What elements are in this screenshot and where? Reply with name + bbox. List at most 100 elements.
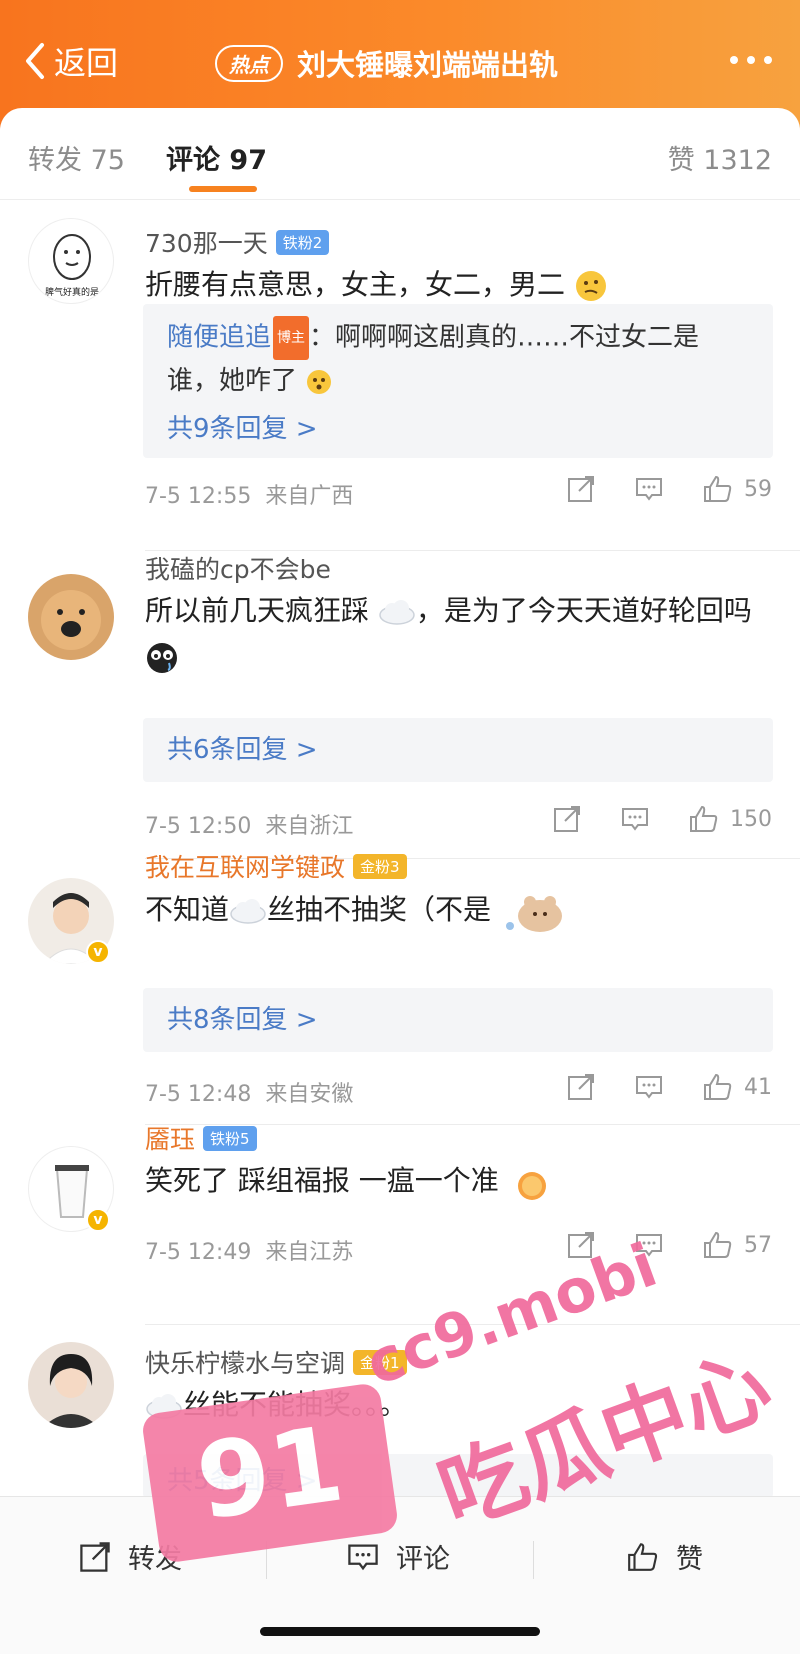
orange-slice-icon [517, 1172, 546, 1200]
comment-location: 来自广西 [265, 484, 354, 509]
username-text: 快乐柠檬水与空调 [145, 1349, 346, 1378]
comment-meta: 7-5 12:55 来自广西 [145, 478, 353, 510]
comment-label: 评论 [396, 1544, 450, 1575]
username-text: 我磕的cp不会be [145, 555, 331, 584]
comment-meta: 7-5 12:49 来自江苏 [145, 1234, 353, 1266]
tab-repost-label: 转发 [28, 145, 82, 176]
watermark-number: 91 [189, 1402, 351, 1544]
like-icon[interactable] [702, 1230, 734, 1260]
comment-text: 笑死了 踩组福报 一瘟一个准 [145, 1158, 765, 1204]
surprised-face-icon [307, 369, 332, 394]
like-count: 57 [744, 1232, 772, 1258]
tab-comment-label: 评论 [166, 145, 220, 176]
tab-comments[interactable]: 评论 97 [166, 138, 267, 177]
like-count: 59 [744, 476, 772, 502]
dog-avatar-icon [41, 590, 101, 650]
tab-comment-count: 97 [229, 145, 267, 176]
reply-preview: 随便追追 博主 ：啊啊啊这剧真的……不过女二是谁，她咋了 [143, 316, 773, 402]
svg-text:脾气好真的是: 脾气好真的是 [45, 286, 99, 298]
comment-actions: 59 [566, 474, 772, 504]
comment-time: 7-5 12:49 [145, 1240, 252, 1265]
tab-bar: 转发 75 评论 97 赞 1312 [0, 108, 800, 200]
hot-badge: 热点 [215, 44, 283, 82]
verified-badge-icon: v [86, 940, 110, 964]
author-badge: 博主 [273, 316, 310, 360]
reply-preview-box[interactable]: 随便追追 博主 ：啊啊啊这剧真的……不过女二是谁，她咋了 共9条回复 > [143, 304, 773, 458]
reply-preview-box[interactable]: 共6条回复 > [143, 718, 773, 782]
view-replies-link[interactable]: 共8条回复 > [143, 999, 773, 1036]
fan-badge: 金粉3 [353, 853, 407, 879]
comment-text-body: 折腰有点意思，女主，女二，男二 [145, 268, 566, 301]
comment-text-body: 笑死了 踩组福报 一瘟一个准 [145, 1164, 499, 1197]
reply-icon[interactable] [634, 474, 664, 504]
comment-username[interactable]: 我在互联网学键政 金粉3 [145, 848, 407, 884]
cloud-icon [379, 600, 415, 625]
crying-face-icon [147, 643, 177, 673]
fan-badge: 铁粉5 [203, 1125, 257, 1151]
comment-text-body: 不知道 [145, 893, 230, 926]
comment-actions: 150 [552, 804, 772, 834]
like-count: 41 [744, 1074, 772, 1100]
more-options-icon[interactable] [730, 56, 772, 64]
avatar[interactable] [28, 574, 114, 660]
like-icon[interactable] [702, 474, 734, 504]
like-button[interactable]: 赞 [626, 1537, 703, 1576]
chevron-left-icon [26, 43, 44, 79]
comment-item: v 靥珏 铁粉5 笑死了 踩组福报 一瘟一个准 7-5 12:49 来自江苏 5… [0, 1125, 800, 1326]
comment-meta: 7-5 12:50 来自浙江 [145, 808, 353, 840]
topic-title-area[interactable]: 热点 刘大锤曝刘端端出轨 [215, 42, 558, 84]
comment-username[interactable]: 我磕的cp不会be [145, 550, 331, 586]
tab-like-label: 赞 [667, 145, 695, 176]
thinking-face-icon [575, 271, 606, 301]
home-indicator [260, 1627, 540, 1636]
reply-username[interactable]: 随便追追 [167, 323, 271, 353]
tab-repost[interactable]: 转发 75 [28, 138, 125, 177]
view-replies-link[interactable]: 共9条回复 > [143, 408, 773, 445]
comment-text: 折腰有点意思，女主，女二，男二 [145, 262, 765, 308]
like-icon [628, 1542, 658, 1571]
comment-text-body-2: 丝抽不抽奖（不是 [267, 893, 492, 926]
comment-text: 所以前几天疯狂踩 ，是为了今天天道好轮回吗 [145, 588, 765, 680]
back-button[interactable]: 返回 [22, 38, 118, 84]
tab-likes[interactable]: 赞 1312 [668, 138, 772, 177]
share-icon[interactable] [566, 1072, 596, 1102]
comment-text-body-2: ，是为了今天天道好轮回吗 [415, 594, 752, 627]
active-tab-indicator [189, 186, 257, 192]
comment-meta: 7-5 12:48 来自安徽 [145, 1076, 353, 1108]
meme-avatar-icon: 脾气好真的是 [45, 234, 99, 298]
avatar[interactable] [28, 1342, 114, 1428]
username-text: 我在互联网学键政 [145, 853, 346, 882]
avatar[interactable]: 脾气好真的是 [28, 218, 114, 304]
comment-item: v 我在互联网学键政 金粉3 不知道 丝抽不抽奖（不是 共8条回复 > 7-5 1… [0, 853, 800, 1126]
comment-location: 来自安徽 [265, 1082, 354, 1107]
username-text: 730那一天 [145, 229, 268, 258]
user-photo-icon [42, 1354, 100, 1428]
tab-repost-count: 75 [90, 145, 125, 176]
comment-actions: 41 [566, 1072, 772, 1102]
comment-item: 脾气好真的是 730那一天 铁粉2 折腰有点意思，女主，女二，男二 随便追追 博主… [0, 200, 800, 552]
comment-item: 我磕的cp不会be 所以前几天疯狂踩 ，是为了今天天道好轮回吗 共6条回复 > … [0, 550, 800, 859]
comment-button[interactable]: 评论 [346, 1537, 450, 1576]
verified-badge-icon: v [86, 1208, 110, 1232]
reply-icon[interactable] [620, 804, 650, 834]
reply-icon[interactable] [634, 1072, 664, 1102]
like-icon[interactable] [688, 804, 720, 834]
comment-icon [348, 1544, 378, 1570]
comment-location: 来自江苏 [265, 1240, 354, 1265]
page-title: 刘大锤曝刘端端出轨 [297, 48, 559, 82]
like-icon[interactable] [702, 1072, 734, 1102]
comment-time: 7-5 12:50 [145, 814, 252, 839]
reply-preview-box[interactable]: 共8条回复 > [143, 988, 773, 1052]
comment-username[interactable]: 730那一天 铁粉2 [145, 224, 330, 260]
share-icon[interactable] [566, 474, 596, 504]
comment-text-body: 所以前几天疯狂踩 [145, 594, 370, 627]
like-count: 150 [730, 806, 772, 832]
comment-username[interactable]: 靥珏 铁粉5 [145, 1120, 257, 1156]
back-label: 返回 [54, 44, 119, 82]
comment-text: 不知道 丝抽不抽奖（不是 [145, 886, 765, 936]
tab-like-count: 1312 [703, 145, 772, 176]
fan-badge: 铁粉2 [275, 229, 330, 255]
bear-sticker-icon [505, 896, 562, 932]
view-replies-link[interactable]: 共6条回复 > [143, 729, 773, 766]
share-icon[interactable] [552, 804, 582, 834]
